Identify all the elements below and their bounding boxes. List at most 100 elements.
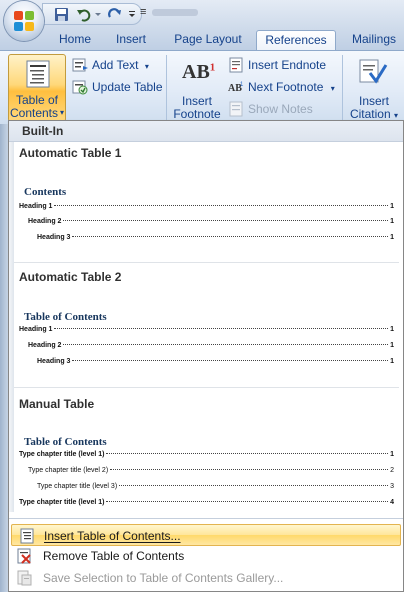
toc-preview-page: 1 (390, 218, 394, 225)
tab-mailings[interactable]: Mailings (346, 30, 402, 50)
toc-preview-line: Type chapter title (level 2) 2 (28, 466, 394, 476)
toc-preview-text: Type chapter title (level 1) (19, 499, 105, 506)
next-footnote-button[interactable]: AB 1 Next Footnote ▾ (228, 77, 335, 97)
toc-preview-text: Heading 3 (37, 358, 71, 365)
toc-preview-text: Heading 1 (19, 203, 53, 210)
toc-preview-text: Heading 2 (28, 218, 62, 225)
tab-insert[interactable]: Insert (108, 30, 154, 50)
gallery-item-automatic-table-1[interactable]: Automatic Table 1 Contents Heading 1 1 He… (14, 142, 403, 268)
toc-preview-line: Type chapter title (level 1) 4 (19, 498, 394, 508)
next-footnote-label: Next Footnote (248, 80, 324, 94)
show-notes-label: Show Notes (248, 102, 313, 116)
insert-endnote-icon (228, 57, 244, 73)
quick-access-toolbar (42, 3, 142, 25)
customize-toolbar-icon[interactable] (127, 7, 137, 22)
built-in-header: Built-In (9, 121, 403, 142)
menu-divider (9, 518, 403, 519)
save-selection-label: Save Selection to Table of Contents Gall… (43, 571, 284, 585)
gallery-item-title: Automatic Table 2 (19, 270, 122, 284)
citation-icon (358, 57, 388, 90)
insert-table-of-contents-menu-item[interactable]: Insert Table of Contents... (11, 524, 401, 546)
toc-preview-line: Heading 3 1 (37, 357, 394, 367)
insert-citation-label-text: Citation (349, 107, 391, 121)
toc-preview-text: Type chapter title (level 3) (37, 483, 118, 490)
footnote-icon-glyph: AB (182, 61, 210, 83)
undo-icon[interactable] (76, 7, 91, 22)
update-table-button[interactable]: Update Table (72, 77, 163, 97)
toc-preview-page: 1 (390, 451, 394, 458)
table-of-contents-icon (26, 60, 50, 91)
toc-preview-line: Heading 2 1 (28, 217, 394, 227)
table-of-contents-gallery: Built-In Automatic Table 1 Contents Head… (8, 120, 404, 592)
toc-preview-line: Type chapter title (level 1) 1 (19, 450, 394, 460)
remove-table-of-contents-menu-item[interactable]: Remove Table of Contents (9, 545, 403, 567)
toc-preview-line: Heading 2 1 (28, 341, 394, 351)
gallery-item-title: Manual Table (19, 397, 95, 411)
gallery-divider (14, 262, 399, 263)
insert-toc-icon (19, 528, 35, 544)
office-logo-icon (14, 11, 34, 31)
insert-endnote-label: Insert Endnote (248, 58, 327, 72)
gallery-item-automatic-table-2[interactable]: Automatic Table 2 Table of Contents Head… (14, 268, 403, 394)
document-title (152, 9, 198, 16)
next-footnote-chevron-down-icon: ▾ (330, 84, 335, 93)
toc-preview-page: 1 (390, 234, 394, 241)
tab-page-layout[interactable]: Page Layout (168, 30, 248, 50)
document-edge (0, 124, 8, 592)
add-text-icon (72, 57, 88, 73)
svg-text:1: 1 (240, 82, 244, 88)
toc-preview-page: 1 (390, 326, 394, 333)
toc-preview-page: 1 (390, 342, 394, 349)
toc-preview-heading: Table of Contents (24, 311, 107, 323)
show-notes-button: Show Notes (228, 99, 313, 119)
toc-preview-line: Heading 1 1 (19, 325, 394, 335)
toc-preview-page: 1 (390, 203, 394, 210)
remove-table-of-contents-label: Remove Table of Contents (43, 549, 185, 563)
update-table-icon (72, 79, 88, 95)
tab-references[interactable]: References (256, 30, 336, 50)
undo-dropdown-arrow-icon[interactable] (94, 7, 102, 22)
toc-preview-line: Type chapter title (level 3) 3 (37, 482, 394, 492)
toc-preview-line: Heading 3 1 (37, 233, 394, 243)
toc-preview-page: 3 (390, 483, 394, 490)
redo-icon[interactable] (107, 7, 122, 22)
save-selection-to-gallery-menu-item: Save Selection to Table of Contents Gall… (9, 567, 403, 589)
toc-preview-page: 4 (390, 499, 394, 506)
gallery-item-title: Automatic Table 1 (19, 146, 122, 160)
toc-preview-line: Heading 1 1 (19, 202, 394, 212)
tab-home[interactable]: Home (52, 30, 98, 50)
footnote-icon: AB1 (182, 61, 215, 84)
gallery-item-manual-table[interactable]: Manual Table Table of Contents Type chap… (14, 394, 403, 512)
insert-citation-button[interactable]: Insert Citation ▾ (346, 55, 402, 121)
toc-preview-heading: Contents (24, 186, 67, 198)
office-button[interactable] (4, 1, 44, 41)
toc-preview-page: 1 (390, 358, 394, 365)
references-ribbon: Table of Contents ▾ Add Text ▾ Update Ta… (0, 50, 404, 124)
add-text-button[interactable]: Add Text ▾ (72, 55, 149, 75)
remove-toc-icon (16, 548, 32, 564)
insert-footnote-button[interactable]: AB1 Insert Footnote (172, 55, 222, 121)
footnote-icon-superscript: 1 (209, 61, 216, 74)
update-table-label: Update Table (92, 80, 163, 94)
ribbon-group-divider (342, 55, 343, 121)
table-of-contents-button[interactable]: Table of Contents ▾ (8, 54, 66, 122)
toolbar-overflow-glyph: ≡ (140, 6, 147, 18)
insert-endnote-button[interactable]: Insert Endnote (228, 55, 326, 75)
toc-preview-text: Heading 1 (19, 326, 53, 333)
toc-preview-text: Type chapter title (level 2) (28, 467, 109, 474)
table-of-contents-label-line2: Contents (9, 106, 59, 120)
show-notes-icon (228, 101, 244, 117)
chevron-down-icon: ▾ (60, 108, 65, 117)
ribbon-tabs: Home Insert Page Layout References Maili… (0, 28, 404, 50)
insert-table-of-contents-label: Insert Table of Contents... (44, 529, 181, 543)
add-text-label: Add Text (92, 58, 139, 72)
save-to-gallery-icon (16, 570, 32, 586)
title-bar: ≡ (0, 0, 404, 28)
toc-preview-heading: Table of Contents (24, 436, 107, 448)
toc-preview-text: Heading 3 (37, 234, 71, 241)
add-text-chevron-down-icon: ▾ (144, 62, 149, 71)
toc-preview-text: Type chapter title (level 1) (19, 451, 105, 458)
toc-preview-text: Heading 2 (28, 342, 62, 349)
save-icon[interactable] (54, 7, 69, 22)
gallery-divider (14, 387, 399, 388)
